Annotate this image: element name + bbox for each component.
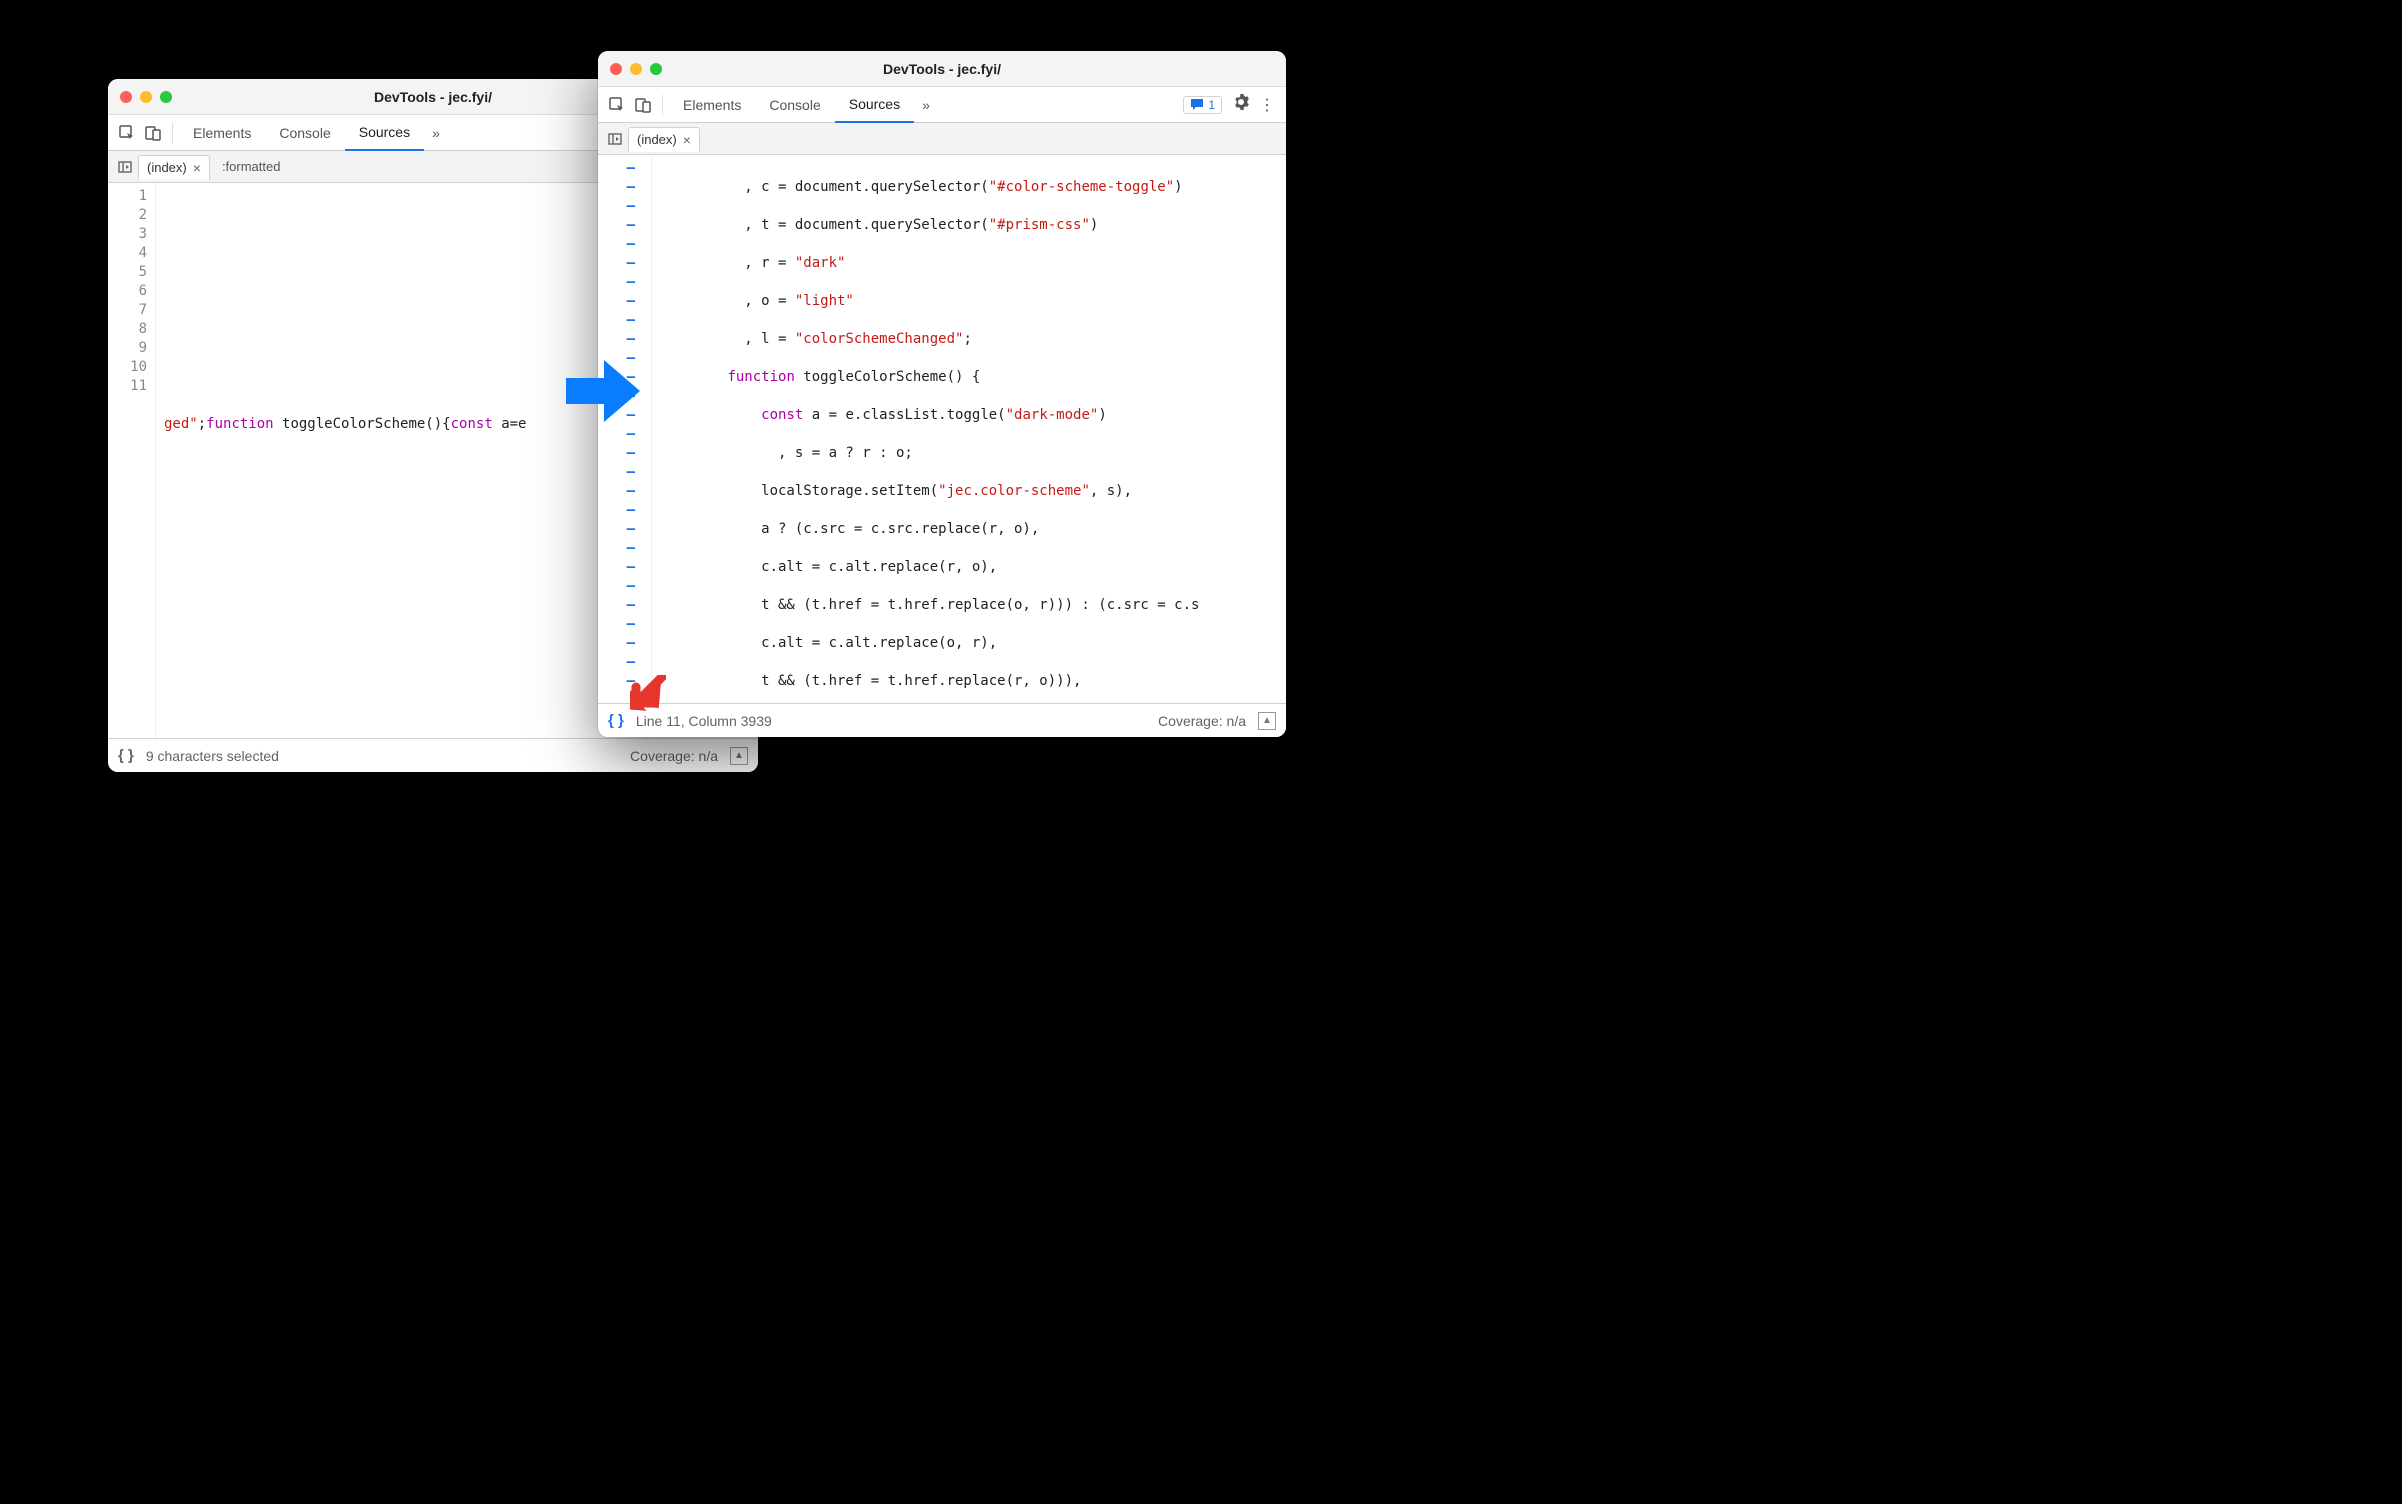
close-window-icon[interactable] xyxy=(610,63,622,75)
line-gutter: –––––––––––––––––––––––––––– xyxy=(598,155,652,703)
tab-console[interactable]: Console xyxy=(755,87,834,123)
code-editor[interactable]: –––––––––––––––––––––––––––– , c = docum… xyxy=(598,155,1286,703)
status-bar: { } 9 characters selected Coverage: n/a … xyxy=(108,738,758,772)
expand-panel-icon[interactable]: ▲ xyxy=(1258,712,1276,730)
file-tab-label: (index) xyxy=(637,132,677,147)
status-bar: { } Line 11, Column 3939 Coverage: n/a ▲ xyxy=(598,703,1286,737)
tab-console[interactable]: Console xyxy=(265,115,344,151)
selection-info: 9 characters selected xyxy=(146,748,279,764)
close-icon[interactable]: × xyxy=(193,161,201,175)
tab-sources[interactable]: Sources xyxy=(345,115,424,151)
navigator-toggle-icon[interactable] xyxy=(602,132,628,146)
window-title: DevTools - jec.fyi/ xyxy=(598,61,1286,77)
close-icon[interactable]: × xyxy=(683,133,691,147)
file-tab-index[interactable]: (index) × xyxy=(628,127,700,152)
issues-badge[interactable]: 1 xyxy=(1183,96,1222,114)
titlebar[interactable]: DevTools - jec.fyi/ xyxy=(598,51,1286,87)
file-tab-index[interactable]: (index) × xyxy=(138,155,210,180)
coverage-info: Coverage: n/a xyxy=(630,748,718,764)
minimize-window-icon[interactable] xyxy=(630,63,642,75)
more-menu-icon[interactable]: ⋮ xyxy=(1254,95,1280,115)
annotation-arrow-right-icon xyxy=(566,360,640,422)
pretty-print-icon[interactable]: { } xyxy=(118,747,134,764)
minimize-window-icon[interactable] xyxy=(140,91,152,103)
pretty-print-icon[interactable]: { } xyxy=(608,712,624,729)
line-gutter: 1234567891011 xyxy=(108,183,156,738)
zoom-window-icon[interactable] xyxy=(160,91,172,103)
file-tab-formatted[interactable]: :formatted xyxy=(212,155,291,178)
zoom-window-icon[interactable] xyxy=(650,63,662,75)
settings-icon[interactable] xyxy=(1228,94,1254,115)
expand-panel-icon[interactable]: ▲ xyxy=(730,747,748,765)
code-content[interactable]: , c = document.querySelector("#color-sch… xyxy=(652,155,1199,703)
file-tabstrip: (index) × xyxy=(598,123,1286,155)
device-toggle-icon[interactable] xyxy=(630,92,656,118)
tab-sources[interactable]: Sources xyxy=(835,87,914,123)
inspect-icon[interactable] xyxy=(604,92,630,118)
file-tab-label: (index) xyxy=(147,160,187,175)
coverage-info: Coverage: n/a xyxy=(1158,713,1246,729)
devtools-window-right: DevTools - jec.fyi/ Elements Console Sou… xyxy=(598,51,1286,737)
close-window-icon[interactable] xyxy=(120,91,132,103)
issues-count: 1 xyxy=(1208,98,1215,112)
code-content[interactable]: ged";function toggleColorScheme(){const … xyxy=(156,183,526,738)
tab-elements[interactable]: Elements xyxy=(669,87,755,123)
device-toggle-icon[interactable] xyxy=(140,120,166,146)
devtools-main-toolbar: Elements Console Sources » 1 ⋮ xyxy=(598,87,1286,123)
message-icon xyxy=(1190,98,1204,111)
navigator-toggle-icon[interactable] xyxy=(112,160,138,174)
annotation-arrow-down-left-icon xyxy=(630,675,666,716)
traffic-lights xyxy=(598,63,662,75)
more-tabs-icon[interactable]: » xyxy=(424,125,448,141)
tab-elements[interactable]: Elements xyxy=(179,115,265,151)
inspect-icon[interactable] xyxy=(114,120,140,146)
more-tabs-icon[interactable]: » xyxy=(914,97,938,113)
traffic-lights xyxy=(108,91,172,103)
